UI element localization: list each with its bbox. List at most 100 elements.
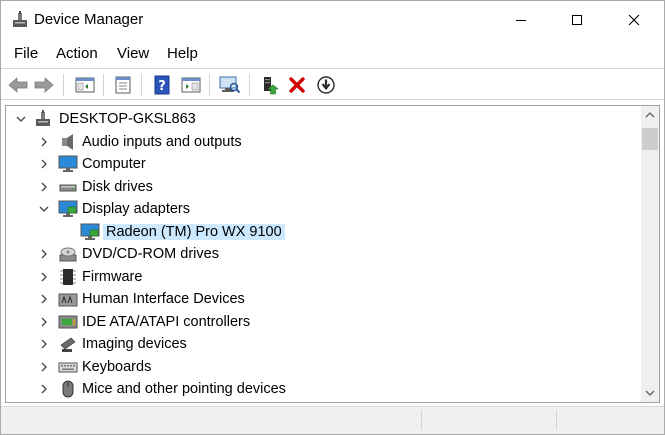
expand-chevron-icon[interactable]	[37, 135, 51, 149]
tree-item-label: Mice and other pointing devices	[82, 381, 286, 397]
menu-action[interactable]: Action	[56, 45, 98, 62]
expand-chevron-icon[interactable]	[37, 157, 51, 171]
view-button[interactable]	[179, 73, 203, 97]
uninstall-button[interactable]	[285, 73, 309, 97]
disk-drive-icon	[59, 184, 77, 191]
title-bar[interactable]: Device Manager	[1, 1, 664, 39]
collapse-chevron-icon[interactable]	[14, 112, 28, 126]
dvd-drive-icon	[59, 247, 77, 262]
show-hide-console-tree-button[interactable]	[73, 73, 97, 97]
expand-chevron-icon[interactable]	[37, 382, 51, 396]
update-driver-button[interactable]	[258, 73, 282, 97]
tree-item-mice[interactable]: Mice and other pointing devices	[6, 378, 641, 401]
expand-chevron-icon[interactable]	[37, 180, 51, 194]
tree-item-radeon-pro-wx-9100[interactable]: Radeon (TM) Pro WX 9100	[6, 221, 641, 244]
minimize-icon	[516, 20, 526, 21]
menu-help[interactable]: Help	[167, 45, 198, 62]
status-divider	[421, 410, 422, 430]
expand-chevron-icon[interactable]	[37, 292, 51, 306]
forward-icon	[34, 77, 54, 93]
tree-item-ide-controllers[interactable]: IDE ATA/ATAPI controllers	[6, 311, 641, 334]
maximize-button[interactable]	[554, 1, 600, 39]
back-button[interactable]	[6, 73, 30, 97]
toolbar-separator	[141, 74, 142, 96]
tree-item-label: Audio inputs and outputs	[82, 133, 242, 150]
help-icon: ?	[154, 75, 170, 95]
tree-item-label: Firmware	[82, 268, 143, 285]
tree-item-display-adapters[interactable]: Display adapters	[6, 198, 641, 221]
keyboard-icon	[58, 362, 78, 372]
toolbar-separator	[63, 74, 64, 96]
scan-hardware-button[interactable]	[218, 73, 242, 97]
update-driver-icon	[264, 77, 279, 95]
close-icon	[628, 14, 640, 26]
tree-item-hid[interactable]: Human Interface Devices	[6, 288, 641, 311]
scan-hardware-icon	[219, 76, 241, 94]
tree-root-label: DESKTOP-GKSL863	[59, 111, 196, 127]
status-bar	[1, 406, 664, 434]
scroll-up-icon	[645, 112, 655, 118]
tree-item-disk-drives[interactable]: Disk drives	[6, 176, 641, 199]
disable-device-button[interactable]	[314, 73, 338, 97]
tree-item-label: Display adapters	[82, 201, 190, 217]
tree-item-label: Computer	[82, 156, 146, 172]
firmware-chip-icon	[60, 268, 76, 285]
display-adapter-icon	[58, 200, 78, 217]
scroll-up-button[interactable]	[641, 106, 659, 124]
view-icon	[181, 77, 201, 93]
tree-item-keyboards[interactable]: Keyboards	[6, 356, 641, 379]
properties-button[interactable]	[111, 73, 135, 97]
display-adapter-icon	[80, 223, 100, 240]
tree-item-label: Disk drives	[82, 178, 153, 195]
window-title: Device Manager	[34, 11, 144, 28]
tree-item-label: Radeon (TM) Pro WX 9100	[103, 223, 285, 240]
tree-item-firmware[interactable]: Firmware	[6, 266, 641, 289]
collapse-chevron-icon[interactable]	[37, 202, 51, 216]
menu-bar: File Action View Help	[1, 42, 664, 66]
ide-controller-icon	[58, 315, 78, 328]
disable-icon	[317, 76, 335, 94]
tree-item-label: Imaging devices	[82, 336, 187, 352]
scroll-down-icon	[645, 390, 655, 396]
tree-item-label: DVD/CD-ROM drives	[82, 246, 219, 262]
status-divider	[556, 410, 557, 430]
expand-chevron-icon[interactable]	[37, 360, 51, 374]
tree-root[interactable]: DESKTOP-GKSL863	[6, 108, 641, 131]
device-manager-window: Device Manager File Action View Help ? D…	[0, 0, 665, 435]
toolbar: ?	[1, 68, 664, 100]
close-button[interactable]	[611, 1, 657, 39]
device-tree: DESKTOP-GKSL863 Audio inputs and outputs…	[6, 108, 641, 401]
expand-chevron-icon[interactable]	[37, 247, 51, 261]
scroll-down-button[interactable]	[641, 384, 659, 402]
maximize-icon	[572, 15, 582, 25]
tree-item-label: Human Interface Devices	[82, 291, 245, 307]
hid-icon	[58, 293, 78, 307]
expand-chevron-icon[interactable]	[37, 337, 51, 351]
help-button[interactable]: ?	[150, 73, 174, 97]
minimize-button[interactable]	[498, 1, 544, 39]
device-manager-app-icon	[13, 11, 27, 27]
expand-chevron-icon[interactable]	[37, 315, 51, 329]
tree-item-computer[interactable]: Computer	[6, 153, 641, 176]
device-tree-view[interactable]: DESKTOP-GKSL863 Audio inputs and outputs…	[5, 105, 660, 403]
menu-file[interactable]: File	[14, 45, 38, 62]
vertical-scrollbar[interactable]	[641, 106, 659, 402]
monitor-icon	[58, 155, 78, 172]
tree-item-audio[interactable]: Audio inputs and outputs	[6, 131, 641, 154]
tree-item-label: IDE ATA/ATAPI controllers	[82, 313, 251, 330]
tree-item-dvd-cdrom[interactable]: DVD/CD-ROM drives	[6, 243, 641, 266]
forward-button[interactable]	[32, 73, 56, 97]
show-hide-console-tree-icon	[75, 77, 95, 93]
tree-item-label: Keyboards	[82, 358, 152, 375]
properties-icon	[115, 76, 131, 94]
toolbar-separator	[249, 74, 250, 96]
speaker-icon	[62, 133, 73, 150]
tree-item-imaging-devices[interactable]: Imaging devices	[6, 333, 641, 356]
toolbar-separator	[209, 74, 210, 96]
toolbar-separator	[103, 74, 104, 96]
menu-view[interactable]: View	[117, 45, 149, 62]
scrollbar-thumb[interactable]	[642, 128, 658, 150]
camera-icon	[60, 337, 76, 352]
mouse-icon	[62, 380, 74, 398]
expand-chevron-icon[interactable]	[37, 270, 51, 284]
